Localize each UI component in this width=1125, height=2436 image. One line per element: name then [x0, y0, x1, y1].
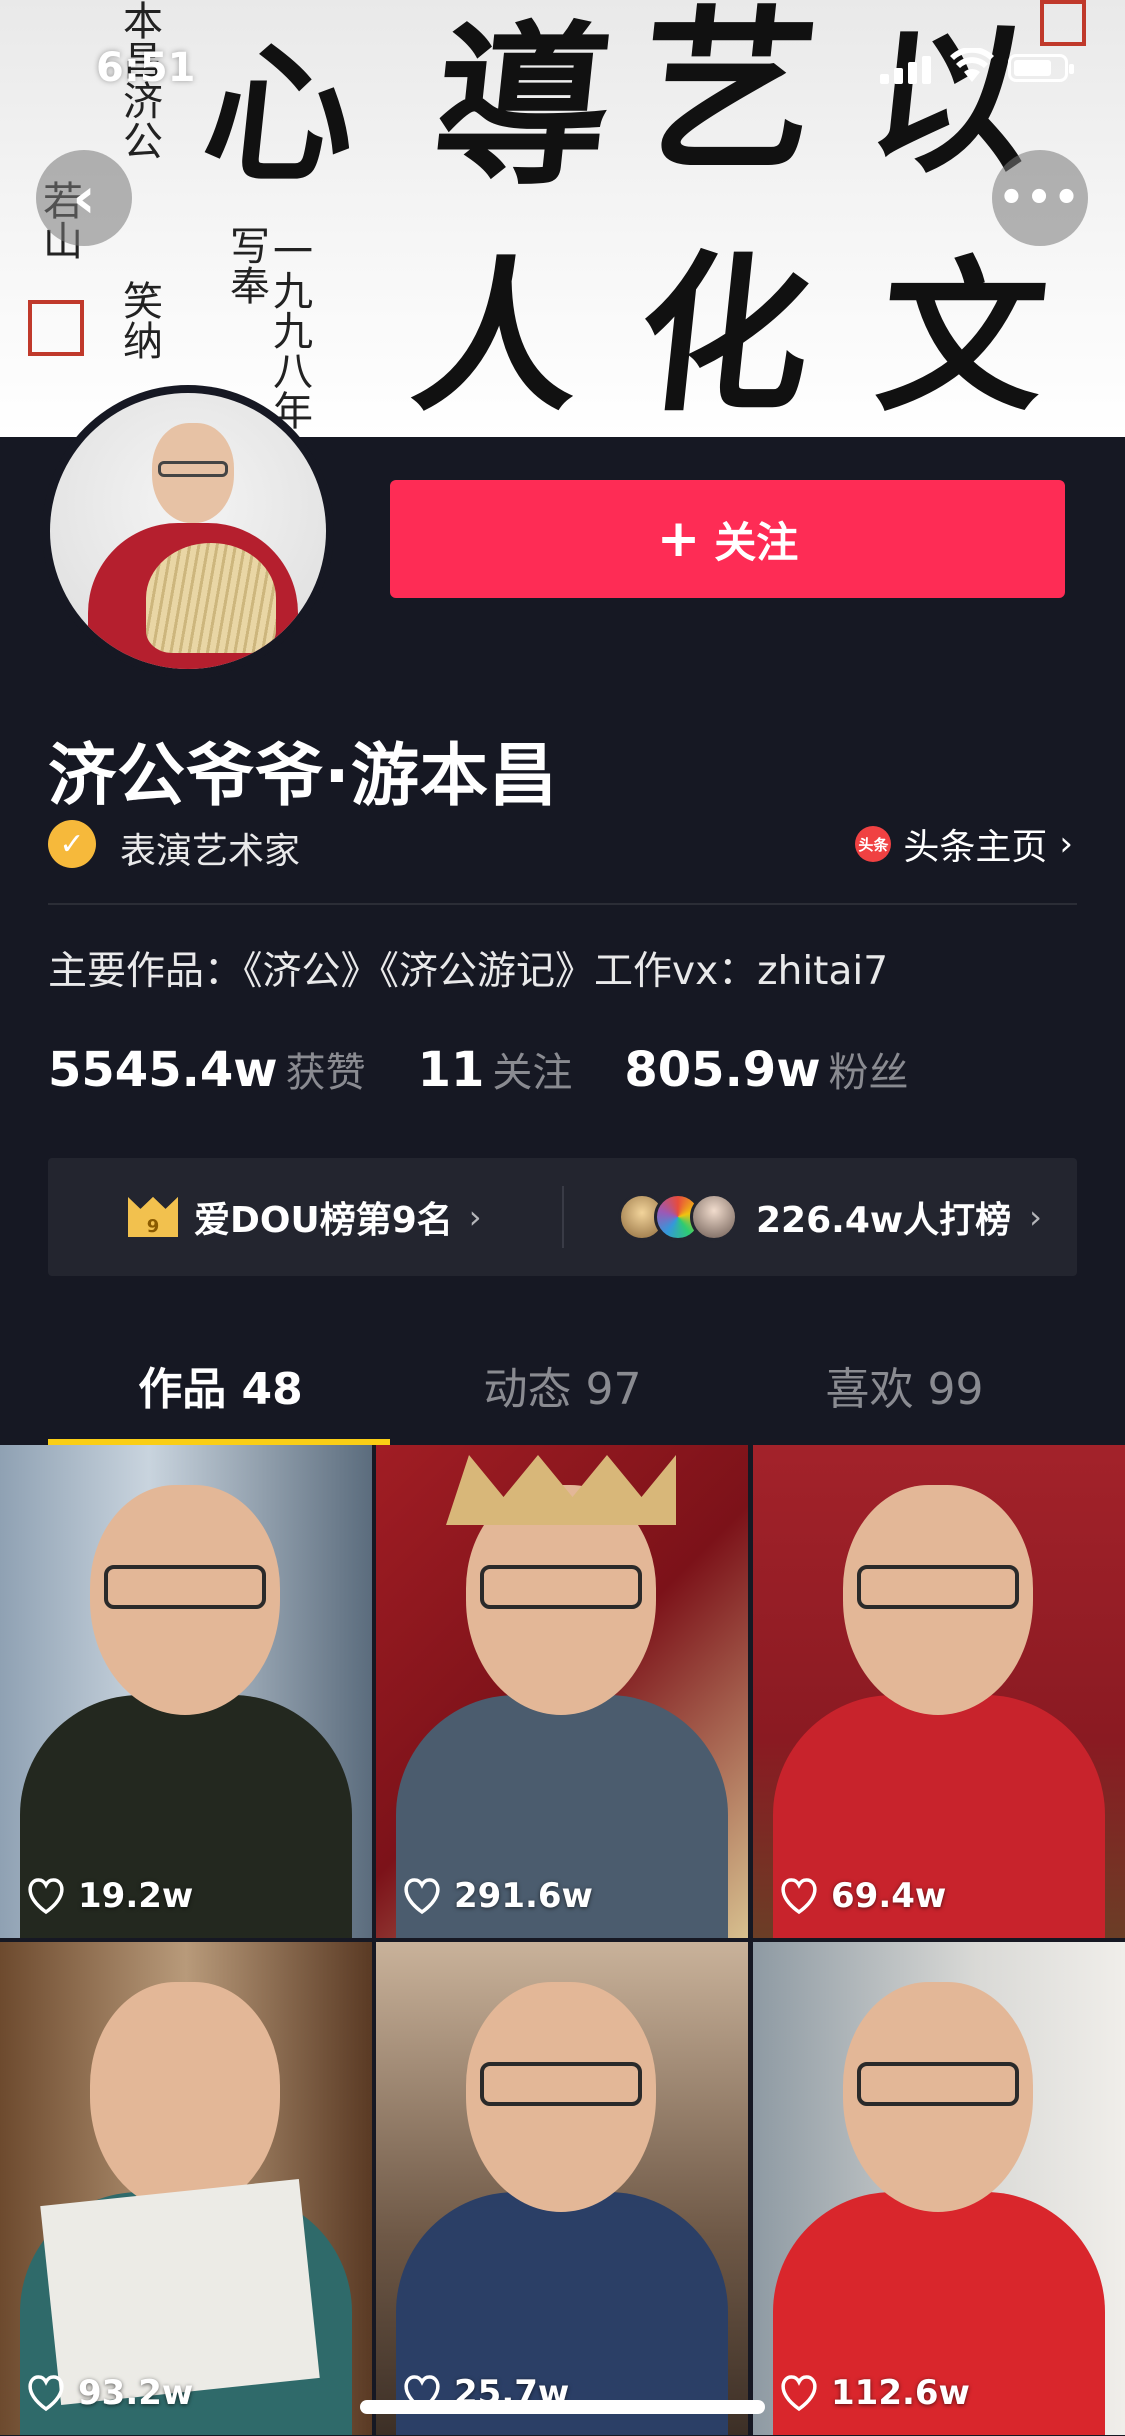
following-label[interactable]: 关注	[492, 1040, 572, 1098]
supporter-avatars	[618, 1193, 738, 1241]
heart-icon	[28, 1878, 64, 1915]
video-thumbnail[interactable]: 19.2w	[0, 1445, 372, 1938]
toutiao-link-label: 头条主页	[903, 827, 1048, 868]
heart-icon	[404, 1878, 440, 1915]
home-indicator[interactable]	[360, 2400, 765, 2414]
supporters-label: 226.4w人打榜	[756, 1200, 1012, 1241]
banner-inscription: 笑纳	[116, 280, 162, 360]
signal-icon	[880, 56, 931, 84]
video-like-count: 19.2w	[78, 1876, 194, 1916]
chevron-right-icon: ›	[1029, 1198, 1042, 1236]
heart-icon	[28, 2375, 64, 2412]
video-likes: 69.4w	[779, 1876, 946, 1916]
profile-tabs: 作品 48 动态 97 喜欢 99	[0, 1325, 1125, 1445]
ellipsis-icon: •••	[998, 175, 1082, 221]
divider	[48, 903, 1077, 905]
video-thumbnail[interactable]: 93.2w	[0, 1942, 372, 2435]
followers-label[interactable]: 粉丝	[829, 1040, 909, 1098]
follow-label: 关注	[714, 517, 799, 567]
divider	[562, 1186, 564, 1248]
likes-count: 5545.4w	[48, 1042, 278, 1098]
video-like-count: 69.4w	[831, 1876, 947, 1916]
tab-moments[interactable]: 动态 97	[390, 1325, 735, 1445]
banner-calligraphy: 人	[404, 240, 591, 434]
tab-likes[interactable]: 喜欢 99	[732, 1325, 1077, 1445]
banner-calligraphy: 文	[869, 240, 1056, 434]
heart-icon	[781, 1878, 817, 1915]
verified-badge-icon: ✓	[48, 820, 96, 868]
chevron-right-icon: ›	[468, 1198, 482, 1236]
video-likes: 93.2w	[26, 2373, 193, 2413]
banner-inscription: 写奉	[223, 225, 269, 305]
likes-label: 获赞	[285, 1050, 366, 1096]
status-bar: 6:51	[0, 0, 1125, 135]
dou-rank-label: 爱DOU榜第9名	[194, 1200, 453, 1241]
plus-icon: +	[656, 509, 701, 569]
followers-count[interactable]: 805.9w	[624, 1042, 820, 1098]
avatar-image	[50, 393, 326, 669]
video-likes: 112.6w	[779, 2373, 970, 2413]
battery-icon	[1008, 54, 1074, 82]
more-button[interactable]: •••	[992, 150, 1088, 246]
video-thumbnail[interactable]: 291.6w	[376, 1445, 748, 1938]
video-thumbnail[interactable]: 112.6w	[753, 1942, 1125, 2435]
video-like-count: 93.2w	[78, 2373, 194, 2413]
wifi-icon	[950, 48, 994, 82]
avatar	[690, 1193, 738, 1241]
toutiao-homepage-link[interactable]: 头条 头条主页 ›	[855, 818, 1073, 870]
profile-name: 济公爷爷·游本昌	[48, 737, 558, 816]
avatar[interactable]	[42, 385, 334, 677]
following-count[interactable]: 11	[418, 1042, 485, 1098]
verification-label: 表演艺术家	[120, 831, 301, 872]
video-thumbnail[interactable]: 25.7w	[376, 1942, 748, 2435]
video-like-count: 112.6w	[831, 2373, 970, 2413]
toutiao-icon: 头条	[855, 826, 892, 862]
back-button[interactable]: ‹	[36, 150, 132, 246]
tab-works[interactable]: 作品 48	[48, 1325, 393, 1445]
video-likes: 291.6w	[402, 1876, 593, 1916]
dou-rank-link[interactable]: 9 爱DOU榜第9名 ›	[128, 1158, 482, 1276]
banner-calligraphy: 化	[629, 235, 821, 435]
profile-bio: 主要作品：《济公》《济公游记》工作vx：zhitai7	[48, 949, 889, 994]
heart-icon	[781, 2375, 817, 2412]
banner-inscription: 一九九八年	[266, 230, 312, 430]
seal-stamp	[28, 300, 84, 356]
follow-button[interactable]: + 关注	[390, 480, 1065, 598]
crown-icon: 9	[128, 1197, 178, 1237]
rank-bar: 9 爱DOU榜第9名 › 226.4w人打榜 ›	[48, 1158, 1077, 1276]
profile-stats: 5545.4w 获赞 11 关注 805.9w 粉丝	[48, 1040, 961, 1098]
video-thumbnail[interactable]: 69.4w	[753, 1445, 1125, 1938]
video-likes: 19.2w	[26, 1876, 193, 1916]
supporters-link[interactable]: 226.4w人打榜 ›	[618, 1158, 1042, 1276]
video-like-count: 291.6w	[454, 1876, 593, 1916]
chevron-left-icon: ‹	[72, 165, 96, 231]
chevron-right-icon: ›	[1059, 824, 1073, 864]
status-time: 6:51	[96, 45, 196, 91]
